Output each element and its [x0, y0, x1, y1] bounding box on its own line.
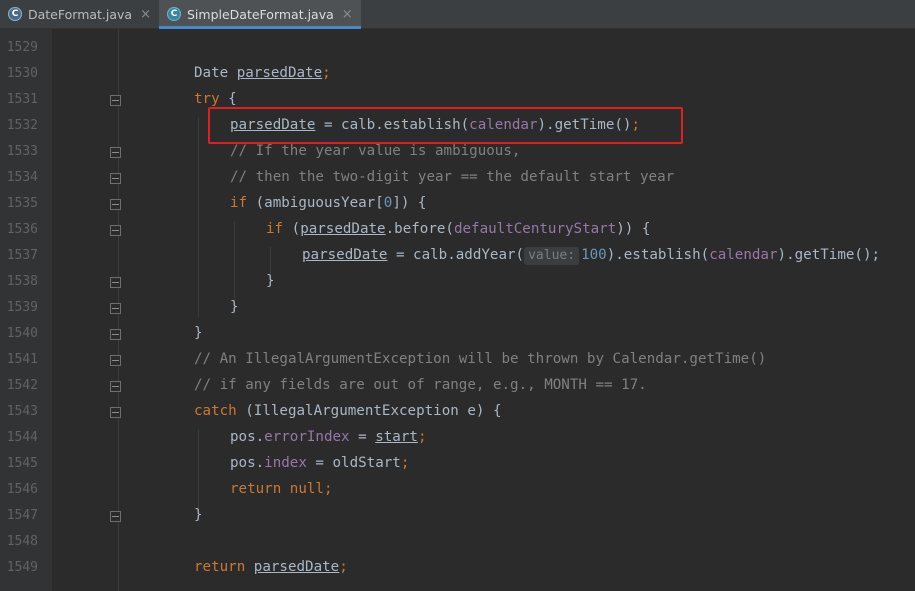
code-line: 1544 pos.errorIndex = start; — [0, 425, 915, 451]
code-text: } — [230, 299, 239, 315]
code-text: pos.index = oldStart; — [230, 455, 410, 471]
fold-toggle-icon[interactable] — [110, 199, 121, 210]
code-editor[interactable]: 1529 1530 Date parsedDate; 1531 try { 15… — [0, 29, 915, 591]
code-text: pos.errorIndex = start; — [230, 429, 427, 445]
code-text: if (ambiguousYear[0]) { — [230, 195, 427, 211]
tab-simpledateformat[interactable]: C SimpleDateFormat.java × — [159, 0, 361, 29]
line-number: 1548 — [6, 534, 38, 549]
code-line: 1540 } — [0, 321, 915, 347]
line-number: 1537 — [6, 248, 38, 263]
fold-toggle-icon[interactable] — [110, 407, 121, 418]
code-text: return parsedDate; — [194, 559, 348, 575]
code-line: 1546 return null; — [0, 477, 915, 503]
code-comment: // If the year value is ambiguous, — [230, 143, 521, 159]
line-number: 1538 — [6, 274, 38, 289]
code-line: 1535 if (ambiguousYear[0]) { — [0, 191, 915, 217]
parameter-hint: value: — [524, 247, 580, 265]
code-text: return null; — [230, 481, 333, 497]
code-line: 1547 } — [0, 503, 915, 529]
fold-toggle-icon[interactable] — [110, 329, 121, 340]
code-line: 1548 — [0, 529, 915, 555]
line-number: 1545 — [6, 456, 38, 471]
line-number: 1544 — [6, 430, 38, 445]
line-number: 1536 — [6, 222, 38, 237]
fold-toggle-icon[interactable] — [110, 147, 121, 158]
line-number: 1547 — [6, 508, 38, 523]
code-line: 1541 // An IllegalArgumentException will… — [0, 347, 915, 373]
line-number: 1531 — [6, 92, 38, 107]
line-number: 1529 — [6, 40, 38, 55]
line-number: 1539 — [6, 300, 38, 315]
code-comment: // An IllegalArgumentException will be t… — [194, 351, 767, 367]
line-number: 1540 — [6, 326, 38, 341]
code-text: } — [266, 273, 275, 289]
tab-label: SimpleDateFormat.java — [187, 6, 334, 22]
line-number: 1533 — [6, 144, 38, 159]
code-line: 1529 — [0, 35, 915, 61]
fold-toggle-icon[interactable] — [110, 303, 121, 314]
line-number: 1535 — [6, 196, 38, 211]
editor-tab-bar: C DateFormat.java × C SimpleDateFormat.j… — [0, 0, 915, 29]
fold-toggle-icon[interactable] — [110, 511, 121, 522]
code-line: 1539 } — [0, 295, 915, 321]
code-line: 1543 catch (IllegalArgumentException e) … — [0, 399, 915, 425]
fold-toggle-icon[interactable] — [110, 225, 121, 236]
code-line: 1530 Date parsedDate; — [0, 61, 915, 87]
code-text: if (parsedDate.before(defaultCenturyStar… — [266, 221, 651, 237]
code-line: 1536 if (parsedDate.before(defaultCentur… — [0, 217, 915, 243]
line-number: 1549 — [6, 560, 38, 575]
code-line: 1542 // if any fields are out of range, … — [0, 373, 915, 399]
class-icon: C — [167, 7, 181, 21]
code-text: catch (IllegalArgumentException e) { — [194, 403, 502, 419]
code-text: } — [194, 325, 203, 341]
line-number: 1546 — [6, 482, 38, 497]
code-line: 1537 parsedDate = calb.addYear(value: 100… — [0, 243, 915, 269]
line-number: 1543 — [6, 404, 38, 419]
abstract-class-icon: C — [8, 7, 22, 21]
code-line: 1545 pos.index = oldStart; — [0, 451, 915, 477]
line-number: 1532 — [6, 118, 38, 133]
tab-label: DateFormat.java — [28, 6, 133, 22]
code-text: parsedDate = calb.addYear(value: 100).est… — [302, 247, 881, 265]
code-line: 1534 // then the two-digit year == the d… — [0, 165, 915, 191]
code-comment: // then the two-digit year == the defaul… — [230, 169, 675, 185]
close-icon[interactable]: × — [342, 8, 353, 21]
fold-toggle-icon[interactable] — [110, 277, 121, 288]
code-comment: // if any fields are out of range, e.g.,… — [194, 377, 647, 393]
close-icon[interactable]: × — [140, 8, 151, 21]
code-text: try { — [194, 91, 237, 107]
fold-toggle-icon[interactable] — [110, 355, 121, 366]
code-line: 1538 } — [0, 269, 915, 295]
fold-toggle-icon[interactable] — [110, 381, 121, 392]
code-text: Date parsedDate; — [194, 65, 331, 81]
ide-window: C DateFormat.java × C SimpleDateFormat.j… — [0, 0, 915, 591]
highlight-annotation-box — [208, 107, 683, 144]
line-number: 1530 — [6, 66, 38, 81]
fold-toggle-icon[interactable] — [110, 173, 121, 184]
line-number: 1534 — [6, 170, 38, 185]
fold-toggle-icon[interactable] — [110, 95, 121, 106]
code-text: } — [194, 507, 203, 523]
line-number: 1542 — [6, 378, 38, 393]
tab-dateformat[interactable]: C DateFormat.java × — [0, 0, 159, 28]
code-line: 1549 return parsedDate; — [0, 555, 915, 581]
line-number: 1541 — [6, 352, 38, 367]
